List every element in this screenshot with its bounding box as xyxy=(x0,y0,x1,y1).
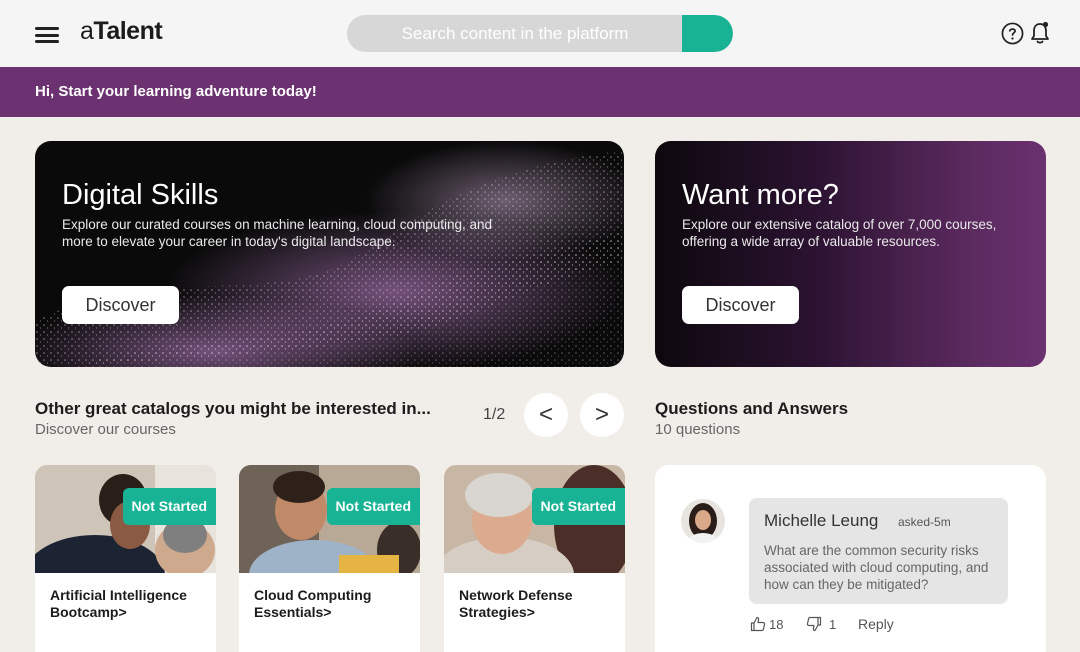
question-text: What are the common security risks assoc… xyxy=(764,543,989,592)
course-card[interactable]: Not Started Artificial Intelligence Boot… xyxy=(35,465,216,652)
help-icon[interactable] xyxy=(1001,22,1024,45)
question-author[interactable]: Michelle Leung xyxy=(764,511,878,531)
logo-main: Talent xyxy=(93,17,163,45)
qa-title: Questions and Answers xyxy=(655,399,849,418)
course-title[interactable]: Artificial Intelligence Bootcamp> xyxy=(50,587,210,621)
thumbs-up-icon xyxy=(750,616,766,632)
qa-subtitle: 10 questions xyxy=(655,421,741,438)
hero-description: Explore our extensive catalog of over 7,… xyxy=(682,217,997,249)
hero-title: Want more? xyxy=(682,179,839,211)
logo[interactable]: aTalent xyxy=(80,17,163,46)
qa-card: Michelle Leung asked-5m What are the com… xyxy=(655,465,1046,652)
discover-button[interactable]: Discover xyxy=(62,286,179,324)
course-card[interactable]: Not Started Cloud Computing Essentials> xyxy=(239,465,420,652)
chevron-right-icon[interactable]: > xyxy=(580,393,624,437)
hero-title: Digital Skills xyxy=(62,179,219,211)
discover-button[interactable]: Discover xyxy=(682,286,799,324)
dislike-button[interactable]: 1 xyxy=(806,616,836,632)
chevron-left-icon[interactable]: < xyxy=(524,393,568,437)
catalogs-subtitle: Discover our courses xyxy=(35,421,176,438)
course-title[interactable]: Cloud Computing Essentials> xyxy=(254,587,414,621)
logo-prefix: a xyxy=(80,17,94,45)
welcome-text: Hi, Start your learning adventure today! xyxy=(35,83,317,100)
status-badge: Not Started xyxy=(122,488,216,525)
catalogs-title: Other great catalogs you might be intere… xyxy=(35,399,431,418)
status-badge: Not Started xyxy=(326,488,420,525)
hero-description: Explore our curated courses on machine l… xyxy=(62,217,493,249)
reply-button[interactable]: Reply xyxy=(858,616,894,632)
hero-want-more: Want more? Explore our extensive catalog… xyxy=(655,141,1046,367)
particle-background-image xyxy=(35,141,624,367)
top-header: aTalent xyxy=(0,0,1080,67)
menu-icon[interactable] xyxy=(35,27,59,43)
thumbs-down-icon xyxy=(806,616,822,632)
dislike-count: 1 xyxy=(829,616,837,632)
hero-digital-skills: Digital Skills Explore our curated cours… xyxy=(35,141,624,367)
question-bubble[interactable]: Michelle Leung asked-5m What are the com… xyxy=(749,498,1008,604)
welcome-banner: Hi, Start your learning adventure today! xyxy=(0,67,1080,117)
search-button[interactable] xyxy=(682,15,733,52)
question-timestamp: asked-5m xyxy=(898,515,951,529)
like-count: 18 xyxy=(769,616,784,632)
status-badge: Not Started xyxy=(531,488,625,525)
search-bar xyxy=(347,15,733,52)
like-button[interactable]: 18 xyxy=(750,616,783,632)
pager-indicator: 1/2 xyxy=(483,406,506,423)
notification-bell-icon[interactable] xyxy=(1029,20,1051,46)
avatar[interactable] xyxy=(681,499,725,543)
course-card[interactable]: Not Started Network Defense Strategies> xyxy=(444,465,625,652)
search-input[interactable] xyxy=(347,15,683,52)
course-title[interactable]: Network Defense Strategies> xyxy=(459,587,619,621)
